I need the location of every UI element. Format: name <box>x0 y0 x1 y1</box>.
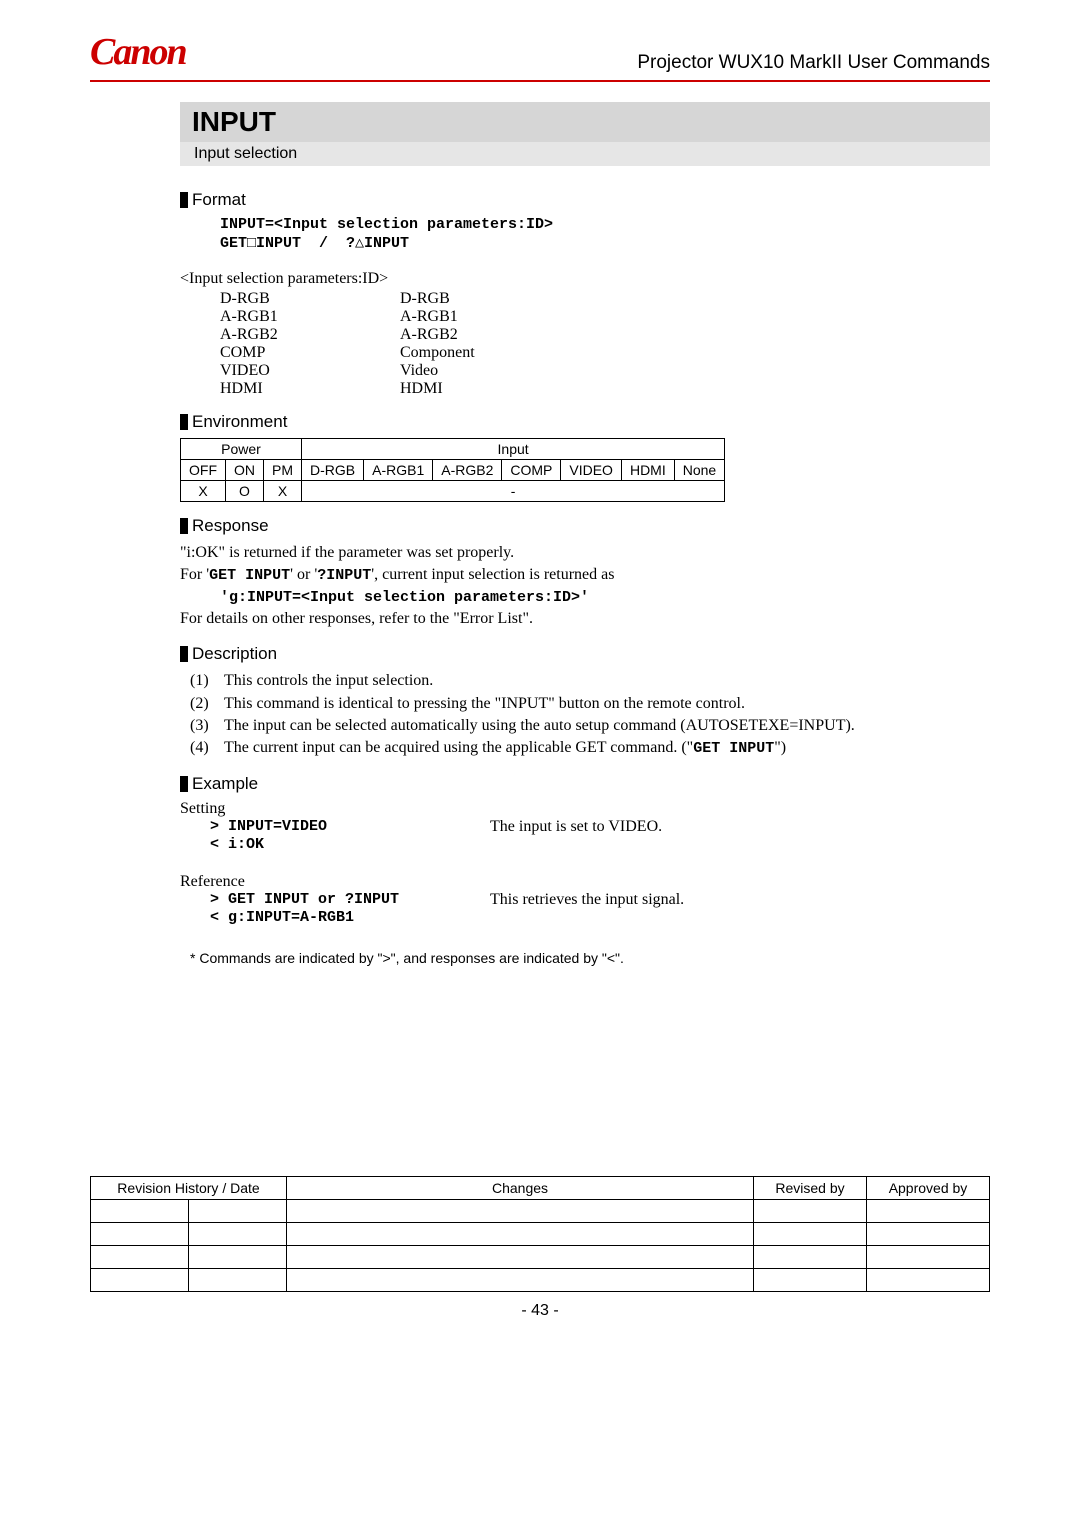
param-id: COMP <box>220 344 400 362</box>
param-id: A-RGB1 <box>220 308 400 326</box>
env-col: A-RGB2 <box>433 460 502 481</box>
format-line2: GET□INPUT / ?△INPUT <box>220 233 990 252</box>
revision-table: Revision History / Date Changes Revised … <box>90 1176 990 1292</box>
param-desc: Video <box>400 362 438 379</box>
example-setting-cmd: > INPUT=VIDEO <box>210 818 490 836</box>
environment-table: Power Input OFF ON PM D-RGB A-RGB1 A-RGB… <box>180 438 725 502</box>
param-id: A-RGB2 <box>220 326 400 344</box>
section-format-heading: Format <box>180 190 990 210</box>
page-header: Canon Projector WUX10 MarkII User Comman… <box>90 30 990 82</box>
env-cell: X <box>264 481 302 502</box>
env-group-power: Power <box>181 439 302 460</box>
env-cell-dash: - <box>302 481 725 502</box>
example-footnote: * Commands are indicated by ">", and res… <box>190 950 990 966</box>
section-environment-heading: Environment <box>180 412 990 432</box>
param-desc: Component <box>400 344 475 361</box>
param-list-title: <Input selection parameters:ID> <box>180 270 990 288</box>
command-title: INPUT <box>180 102 990 142</box>
rev-header: Revision History / Date <box>91 1176 287 1199</box>
env-col: OFF <box>181 460 226 481</box>
param-desc: HDMI <box>400 380 443 397</box>
env-col: HDMI <box>621 460 674 481</box>
example-reference-label: Reference <box>180 873 990 891</box>
response-line1: "i:OK" is returned if the parameter was … <box>180 542 990 564</box>
env-col: None <box>674 460 724 481</box>
env-col: PM <box>264 460 302 481</box>
env-col: A-RGB1 <box>364 460 433 481</box>
param-desc: A-RGB1 <box>400 308 458 325</box>
desc-item: The current input can be acquired using … <box>224 737 990 759</box>
env-col: D-RGB <box>302 460 364 481</box>
section-example-heading: Example <box>180 774 990 794</box>
param-id: HDMI <box>220 380 400 398</box>
env-col: COMP <box>502 460 561 481</box>
env-cell: X <box>181 481 226 502</box>
example-setting-desc: The input is set to VIDEO. <box>490 818 662 836</box>
param-list: D-RGBD-RGB A-RGB1A-RGB1 A-RGB2A-RGB2 COM… <box>180 290 990 398</box>
response-line2: For 'GET INPUT' or '?INPUT', current inp… <box>180 564 990 586</box>
section-response-heading: Response <box>180 516 990 536</box>
rev-header: Revised by <box>754 1176 867 1199</box>
env-group-input: Input <box>302 439 725 460</box>
example-setting-label: Setting <box>180 800 990 818</box>
param-desc: A-RGB2 <box>400 326 458 343</box>
desc-item: This controls the input selection. <box>224 670 990 692</box>
canon-logo: Canon <box>90 30 186 74</box>
desc-item: This command is identical to pressing th… <box>224 693 990 715</box>
param-desc: D-RGB <box>400 290 450 307</box>
example-ref-resp: < g:INPUT=A-RGB1 <box>210 909 990 926</box>
env-cell: O <box>226 481 264 502</box>
description-list: (1)This controls the input selection. (2… <box>190 670 990 760</box>
example-ref-desc: This retrieves the input signal. <box>490 891 684 909</box>
env-col: VIDEO <box>561 460 622 481</box>
example-ref-cmd: > GET INPUT or ?INPUT <box>210 891 490 909</box>
command-subtitle: Input selection <box>180 142 990 166</box>
env-col: ON <box>226 460 264 481</box>
section-description-heading: Description <box>180 644 990 664</box>
rev-header: Changes <box>287 1176 754 1199</box>
desc-item: The input can be selected automatically … <box>224 715 990 737</box>
example-setting-resp: < i:OK <box>210 836 990 853</box>
page-number: - 43 - <box>90 1302 990 1320</box>
rev-header: Approved by <box>867 1176 990 1199</box>
param-id: D-RGB <box>220 290 400 308</box>
format-line1: INPUT=<Input selection parameters:ID> <box>220 216 990 233</box>
param-id: VIDEO <box>220 362 400 380</box>
response-line3: For details on other responses, refer to… <box>180 608 990 630</box>
document-title: Projector WUX10 MarkII User Commands <box>637 52 990 74</box>
response-code: 'g:INPUT=<Input selection parameters:ID>… <box>220 587 990 608</box>
